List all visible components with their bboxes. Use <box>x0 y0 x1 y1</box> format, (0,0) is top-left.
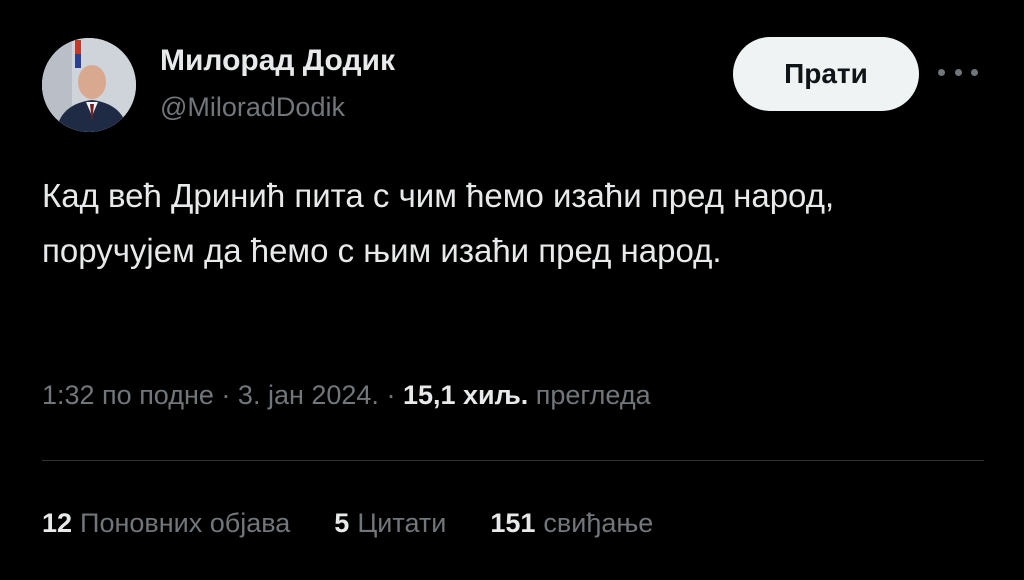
meta-separator: · <box>213 380 238 410</box>
engagement-stats: 12 Поновних објава 5 Цитати 151 свиђање <box>42 508 697 539</box>
tweet-card: Милорад Додик @MiloradDodik Прати Кад ве… <box>0 0 1024 580</box>
dot <box>954 68 962 76</box>
quotes-label: Цитати <box>357 508 447 538</box>
likes-count: 151 <box>490 508 536 538</box>
quotes-stat[interactable]: 5 Цитати <box>334 508 446 539</box>
tweet-date[interactable]: 3. јан 2024. <box>238 380 379 410</box>
avatar-photo-icon <box>42 38 136 132</box>
reposts-label: Поновних објава <box>80 508 291 538</box>
divider <box>42 460 984 461</box>
meta-separator: · <box>378 380 403 410</box>
likes-label: свиђање <box>543 508 654 538</box>
quotes-count: 5 <box>334 508 350 538</box>
author-display-name[interactable]: Милорад Додик <box>160 44 395 78</box>
likes-stat[interactable]: 151 свиђање <box>490 508 653 539</box>
tweet-text: Кад већ Дринић пита с чим ћемо изаћи пре… <box>42 177 835 269</box>
follow-button[interactable]: Прати <box>733 37 919 111</box>
tweet-time[interactable]: 1:32 по подне <box>42 380 214 410</box>
tweet-meta: 1:32 по подне · 3. јан 2024. · 15,1 хиљ.… <box>42 380 651 411</box>
reposts-stat[interactable]: 12 Поновних објава <box>42 508 290 539</box>
reposts-count: 12 <box>42 508 73 538</box>
author-handle[interactable]: @MiloradDodik <box>160 92 345 123</box>
dot <box>938 68 945 76</box>
views-label: прегледа <box>528 380 651 410</box>
dot <box>971 68 978 76</box>
avatar[interactable] <box>42 38 136 132</box>
more-horizontal-icon[interactable] <box>938 60 978 84</box>
views-count[interactable]: 15,1 хиљ. <box>403 380 528 410</box>
